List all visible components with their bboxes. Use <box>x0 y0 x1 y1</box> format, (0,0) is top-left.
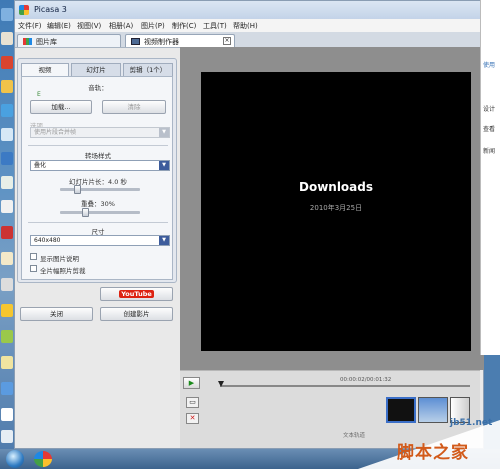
movie-settings-panel: 视频 幻灯片 剪辑（1个） 音轨： E 加载... 清除 选项 使用片段合并帧 … <box>17 58 177 283</box>
transition-value: 叠化 <box>34 162 47 169</box>
menu-view[interactable]: 视图(V) <box>77 21 101 31</box>
desktop-icon[interactable] <box>1 32 13 45</box>
right-window-text: 新闻 <box>483 148 496 155</box>
start-button[interactable] <box>6 450 24 468</box>
title-bar[interactable]: Picasa 3 <box>15 1 483 19</box>
desktop-background <box>0 0 14 469</box>
video-preview[interactable]: Downloads 2010年3月25日 <box>201 72 471 351</box>
delete-icon[interactable]: ✕ <box>186 413 199 424</box>
menu-tools[interactable]: 工具(T) <box>203 21 227 31</box>
create-movie-button[interactable]: 创建影片 <box>100 307 173 321</box>
library-icon <box>23 38 32 45</box>
chevron-down-icon: ▼ <box>159 128 169 137</box>
preview-date: 2010年3月25日 <box>309 204 363 212</box>
settings-body: 音轨： E 加载... 清除 选项 使用片段合并帧 ▼ 转场样式 叠化 ▼ 幻灯… <box>21 76 173 280</box>
menu-album[interactable]: 相册(A) <box>109 21 133 31</box>
desktop-icon[interactable] <box>1 104 13 117</box>
picasa-taskbar-icon[interactable] <box>34 451 52 467</box>
divider <box>28 222 168 223</box>
tab-slides[interactable]: 幻灯片 <box>71 63 121 76</box>
timeline-scrubber[interactable] <box>220 385 470 387</box>
chevron-down-icon: ▼ <box>159 236 169 245</box>
desktop-icon[interactable] <box>1 176 13 189</box>
film-icon <box>131 38 140 45</box>
desktop-icon[interactable] <box>1 304 13 317</box>
desktop-icon[interactable] <box>1 200 13 213</box>
desktop-icon[interactable] <box>1 56 13 69</box>
youtube-button[interactable]: YouTube <box>100 287 173 301</box>
desktop-icon[interactable] <box>1 152 13 165</box>
menu-picture[interactable]: 图片(P) <box>141 21 165 31</box>
transition-select[interactable]: 叠化 ▼ <box>30 160 170 171</box>
timecode: 00:00:02/00:01:32 <box>340 377 392 383</box>
slide-duration-thumb[interactable] <box>74 185 81 194</box>
audio-track-label: 音轨： <box>88 84 108 92</box>
fullframe-checkbox[interactable] <box>30 265 37 272</box>
transition-style-label: 转场样式 <box>85 152 111 160</box>
fullframe-label: 全片幅照片剪裁 <box>40 267 86 275</box>
background-window[interactable]: 使用 设计 查看 新闻 <box>480 0 500 355</box>
desktop-icon[interactable] <box>1 356 13 369</box>
window-title: Picasa 3 <box>34 5 67 14</box>
overlap-thumb[interactable] <box>82 208 89 217</box>
watermark-site: jb51.net <box>450 418 493 428</box>
audio-indicator: E <box>37 91 41 98</box>
load-audio-button[interactable]: 加载... <box>30 100 92 114</box>
desktop-icon[interactable] <box>1 408 13 421</box>
slide-duration-slider[interactable] <box>60 188 140 191</box>
slide-duration-label: 幻灯片片长：4.0 秒 <box>69 178 127 186</box>
desktop-icon[interactable] <box>1 226 13 239</box>
divider <box>28 145 168 146</box>
play-button[interactable]: ▶ <box>183 377 200 389</box>
desktop-icon[interactable] <box>1 382 13 395</box>
desktop-icon[interactable] <box>1 80 13 93</box>
menu-edit[interactable]: 编辑(E) <box>47 21 71 31</box>
watermark-text: 脚本之家 <box>397 443 469 463</box>
desktop-icon[interactable] <box>1 8 13 21</box>
desktop-icon[interactable] <box>1 330 13 343</box>
options-value: 使用片段合并帧 <box>34 129 77 136</box>
desktop-icon[interactable] <box>1 278 13 291</box>
text-slide-icon[interactable]: ▭ <box>186 397 199 408</box>
menu-help[interactable]: 帮助(H) <box>233 21 258 31</box>
desktop-icon[interactable] <box>1 128 13 141</box>
menu-create[interactable]: 制作(C) <box>172 21 196 31</box>
desktop-icon[interactable] <box>1 430 13 443</box>
tab-library[interactable]: 图片库 <box>17 34 121 47</box>
desktop-icon[interactable] <box>1 252 13 265</box>
menu-bar: 文件(F) 编辑(E) 视图(V) 相册(A) 图片(P) 制作(C) 工具(T… <box>15 19 483 32</box>
overlap-label: 重叠：30% <box>81 200 115 208</box>
right-window-text: 设计 <box>483 106 496 113</box>
close-tab-icon[interactable]: × <box>223 37 231 45</box>
youtube-logo: YouTube <box>119 290 154 298</box>
tab-movie-maker[interactable]: 视频制作器 × <box>125 34 235 47</box>
overlap-slider[interactable] <box>60 211 140 214</box>
preview-title: Downloads <box>298 180 374 194</box>
chevron-down-icon: ▼ <box>159 161 169 170</box>
playhead[interactable] <box>218 381 224 387</box>
size-select[interactable]: 640x480 ▼ <box>30 235 170 246</box>
tab-clips[interactable]: 剪辑（1个） <box>123 63 173 76</box>
clear-audio-button[interactable]: 清除 <box>102 100 166 114</box>
right-window-text: 使用 <box>483 62 496 69</box>
picasa-icon <box>19 5 29 15</box>
right-window-text: 查看 <box>483 126 496 133</box>
show-caption-checkbox[interactable] <box>30 253 37 260</box>
tab-movie-maker-label: 视频制作器 <box>144 38 179 46</box>
tab-movie[interactable]: 视频 <box>21 63 69 76</box>
show-caption-label: 显示图片说明 <box>40 255 79 263</box>
options-select[interactable]: 使用片段合并帧 ▼ <box>30 127 170 138</box>
close-button[interactable]: 关闭 <box>20 307 93 321</box>
tab-library-label: 图片库 <box>36 38 57 46</box>
tab-bar: 图片库 视频制作器 × <box>15 32 483 48</box>
menu-file[interactable]: 文件(F) <box>18 21 42 31</box>
size-value: 640x480 <box>34 237 61 244</box>
